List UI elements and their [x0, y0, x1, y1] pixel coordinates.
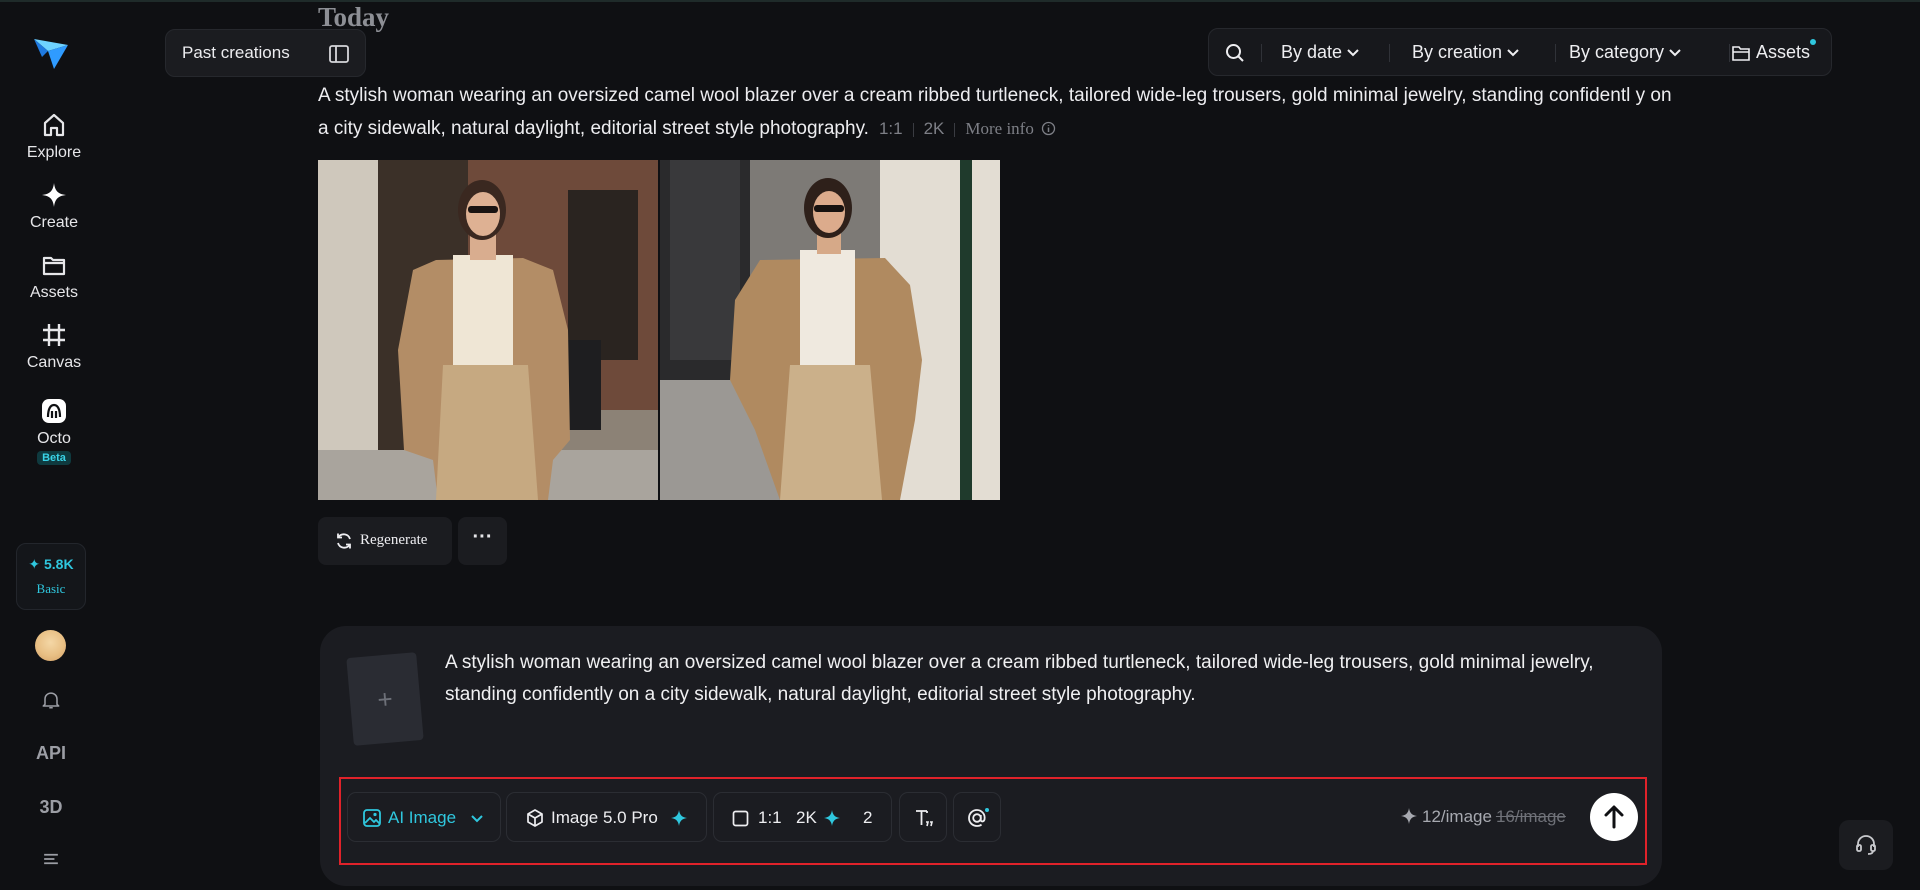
filter-bar: By date By creation By category Assets — [1208, 28, 1832, 76]
filter-label: By category — [1569, 42, 1665, 62]
sidebar-item-octo[interactable]: Octo Beta — [0, 396, 108, 466]
send-button[interactable] — [1590, 793, 1638, 841]
api-button[interactable]: API — [34, 739, 68, 767]
app-logo[interactable] — [32, 35, 70, 71]
ratio-value: 1:1 — [758, 808, 782, 827]
filter-label: By date — [1281, 42, 1343, 62]
at-sign-icon — [968, 808, 989, 827]
support-button[interactable] — [1839, 820, 1893, 870]
sparkle-icon — [1401, 808, 1417, 824]
home-icon — [43, 113, 65, 137]
prompt-input[interactable]: A stylish woman wearing an oversized cam… — [445, 647, 1645, 711]
street-photo — [660, 160, 1000, 500]
output-settings[interactable]: 1:1 2K 2 — [713, 792, 892, 842]
sidebar-item-label: Assets — [29, 284, 78, 301]
sidebar-toggle-icon[interactable] — [328, 43, 350, 65]
filter-by-date[interactable]: By date — [1281, 42, 1360, 63]
assets-label: Assets — [1756, 42, 1811, 62]
generated-image-2[interactable] — [660, 160, 1000, 500]
filter-by-creation[interactable]: By creation — [1412, 42, 1520, 63]
credits-panel[interactable]: ✦ 5.8K Basic — [16, 543, 86, 610]
sparkle-icon — [824, 810, 840, 826]
divider — [1555, 44, 1556, 62]
headset-icon — [1856, 835, 1876, 855]
more-info-link[interactable]: More info — [965, 119, 1056, 138]
chevron-down-icon — [471, 815, 483, 823]
sidebar-item-label: Octo — [37, 430, 71, 447]
menu-icon[interactable] — [34, 845, 68, 873]
mode-label: AI Image — [388, 808, 457, 827]
credits-amount: ✦ 5.8K — [28, 556, 74, 572]
model-selector[interactable]: Image 5.0 Pro — [506, 792, 707, 842]
ratio-label: 1:1 — [878, 119, 903, 138]
filter-by-category[interactable]: By category — [1569, 42, 1682, 63]
old-cost-value: 16/image — [1495, 807, 1566, 826]
3d-button[interactable]: 3D — [34, 793, 68, 821]
more-options-button[interactable]: ··· — [458, 517, 507, 565]
divider — [954, 122, 956, 137]
cost-indicator: 12/image 16/image — [1400, 807, 1566, 827]
image-icon — [363, 809, 381, 827]
divider — [1729, 44, 1730, 62]
resolution-value: 2K — [796, 808, 817, 827]
chevron-down-icon — [1507, 49, 1519, 57]
notification-dot — [1810, 39, 1816, 45]
assets-button[interactable]: Assets — [1732, 42, 1810, 63]
model-label: Image 5.0 Pro — [551, 808, 658, 827]
text-format-icon — [916, 810, 934, 827]
chevron-down-icon — [1669, 49, 1681, 57]
past-creations-button[interactable]: Past creations — [165, 29, 366, 77]
octo-icon — [42, 399, 66, 423]
resolution-label: 2K — [923, 119, 945, 138]
sidebar-item-assets[interactable]: Assets — [0, 250, 108, 302]
refresh-icon — [337, 533, 351, 549]
filter-label: By creation — [1412, 42, 1503, 62]
sparkle-icon — [671, 810, 687, 826]
beta-badge: Beta — [37, 451, 71, 465]
folder-icon — [42, 256, 66, 276]
cost-value: 12/image — [1422, 807, 1492, 826]
result-prompt: A stylish woman wearing an oversized cam… — [318, 79, 1678, 145]
text-style-button[interactable] — [899, 792, 947, 842]
divider — [912, 122, 914, 137]
sparkle-icon — [42, 183, 66, 207]
divider — [1261, 44, 1262, 62]
image-count-value: 2 — [863, 808, 873, 827]
sidebar-item-explore[interactable]: Explore — [0, 110, 108, 162]
folder-icon — [1732, 46, 1750, 62]
frame-icon — [43, 324, 65, 346]
past-creations-label: Past creations — [182, 43, 290, 62]
sidebar-item-create[interactable]: Create — [0, 180, 108, 232]
more-info-label: More info — [965, 119, 1034, 138]
mention-button[interactable] — [953, 792, 1001, 842]
sidebar: Explore Create Assets Canvas Octo Beta ✦… — [0, 0, 104, 890]
avatar[interactable] — [35, 630, 66, 661]
mode-selector[interactable]: AI Image — [347, 792, 501, 842]
sidebar-item-canvas[interactable]: Canvas — [0, 320, 108, 372]
divider — [1389, 44, 1390, 62]
sidebar-item-label: Create — [29, 214, 79, 231]
top-border — [0, 0, 1920, 2]
regenerate-button[interactable]: Regenerate — [318, 517, 452, 565]
generated-image-1[interactable] — [318, 160, 658, 500]
street-photo — [318, 160, 658, 500]
bell-icon[interactable] — [34, 686, 68, 714]
sidebar-item-label: Canvas — [26, 354, 82, 371]
regenerate-label: Regenerate — [360, 532, 428, 548]
section-title: Today — [318, 2, 390, 32]
upload-reference-button[interactable]: + — [346, 652, 424, 746]
chevron-down-icon — [1347, 49, 1359, 57]
arrow-up-icon — [1604, 805, 1624, 829]
search-icon[interactable] — [1223, 41, 1247, 65]
info-icon — [1041, 121, 1056, 136]
plan-label: Basic — [36, 581, 66, 596]
prompt-meta: 1:1 2K More info — [874, 119, 1056, 138]
sidebar-item-label: Explore — [26, 144, 82, 161]
cube-icon — [527, 809, 543, 827]
aspect-ratio-icon — [732, 810, 749, 827]
